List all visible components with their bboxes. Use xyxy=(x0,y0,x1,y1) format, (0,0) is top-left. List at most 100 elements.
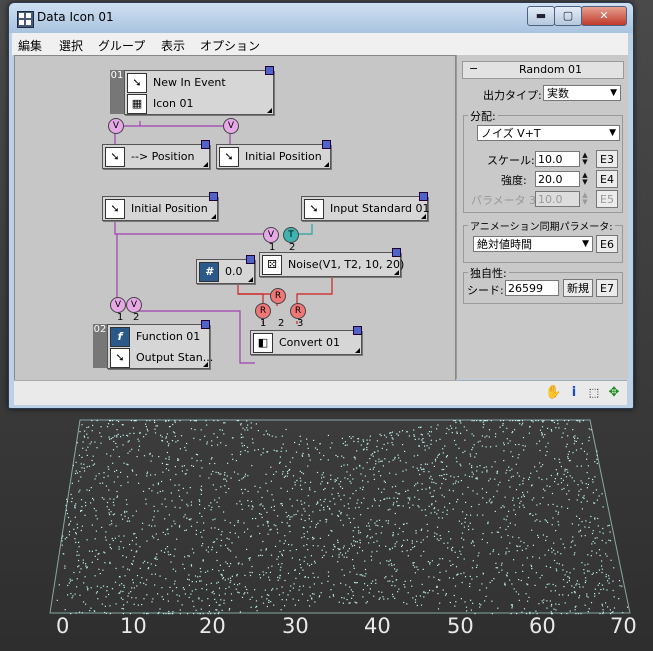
node-port[interactable] xyxy=(265,66,274,75)
hash-icon: # xyxy=(199,262,219,282)
uniqueness-label: 独自性: xyxy=(468,265,509,281)
event-arrow-icon: ➘ xyxy=(127,73,147,93)
scale-e3-button[interactable]: E3 xyxy=(596,150,618,168)
node-event-icon[interactable]: ➘ New In Event ▦ Icon 01 xyxy=(124,66,274,115)
node-graph-canvas[interactable]: 01 ➘ New In Event ▦ Icon 01 V V ➘ --> Po… xyxy=(14,55,456,381)
anim-sync-dropdown[interactable]: 絶対値時間 ▼ xyxy=(473,236,593,252)
node-port[interactable] xyxy=(201,140,210,149)
node-port[interactable] xyxy=(392,248,401,257)
arrow-icon: ➘ xyxy=(219,147,239,167)
menu-group[interactable]: グループ xyxy=(98,37,145,54)
dice-icon: ⚄ xyxy=(262,255,282,275)
param3-field: 10.0 xyxy=(535,191,580,207)
operator-v[interactable]: V xyxy=(110,297,126,313)
strength-spinner[interactable]: ▲ ▼ xyxy=(581,172,589,186)
node-label-noise: Noise(V1, T2, 10, 20) xyxy=(288,258,405,271)
port-number: 2 xyxy=(133,312,140,323)
node-initial-position[interactable]: ➘ Initial Position xyxy=(216,140,331,169)
port-number: 3 xyxy=(297,318,304,329)
group-number-01: 01 xyxy=(110,70,124,114)
node-port[interactable] xyxy=(353,326,362,335)
operator-v[interactable]: V xyxy=(108,118,124,134)
node-function[interactable]: f Function 01 ➘ Output Stan... xyxy=(107,320,214,369)
group-number-02: 02 xyxy=(93,324,107,368)
operator-r[interactable]: R xyxy=(290,303,306,319)
node-label-initial-position-2: Initial Position xyxy=(131,202,208,215)
scale-field[interactable]: 10.0 xyxy=(535,151,580,167)
app-icon xyxy=(17,11,34,28)
seed-label: シード: xyxy=(467,284,504,297)
convert-icon: ◧ xyxy=(253,333,273,353)
node-label-convert: Convert 01 xyxy=(279,336,340,349)
node-label-to-position: --> Position xyxy=(131,150,195,163)
node-port[interactable] xyxy=(209,192,218,201)
param3-spinner: ▲ ▼ xyxy=(582,191,588,206)
node-input-standard[interactable]: ➘ Input Standard 01 xyxy=(301,192,430,221)
close-button[interactable]: ✕ xyxy=(581,6,627,26)
node-label-output-standard: Output Stan... xyxy=(136,351,214,364)
operator-v[interactable]: V xyxy=(263,227,279,243)
node-initial-position-2[interactable]: ➘ Initial Position xyxy=(102,192,218,221)
node-label-input-standard: Input Standard 01 xyxy=(330,202,430,215)
menu-options[interactable]: オプション xyxy=(200,37,260,54)
new-seed-button[interactable]: 新規 xyxy=(563,279,593,297)
arrow-icon: ➘ xyxy=(304,199,324,219)
minimize-button[interactable]: ▬ xyxy=(527,6,555,26)
node-port[interactable] xyxy=(201,320,210,329)
menu-select[interactable]: 選択 xyxy=(59,37,83,54)
anim-sync-e6-button[interactable]: E6 xyxy=(596,235,618,253)
scale-spinner[interactable]: ▲ ▼ xyxy=(581,152,589,166)
data-icon-window: Data Icon 01 ▬ ▢ ✕ 編集 選択 グループ 表示 オプション 0… xyxy=(8,2,634,409)
rollout-header-random[interactable]: − Random 01 xyxy=(462,61,624,79)
operator-v[interactable]: V xyxy=(223,118,239,134)
node-label-constant: 0.0 xyxy=(225,265,243,278)
operator-r[interactable]: R xyxy=(270,288,286,304)
seed-field[interactable]: 26599 xyxy=(505,280,559,296)
output-arrow-icon: ➘ xyxy=(110,348,130,368)
node-port[interactable] xyxy=(322,140,331,149)
hand-icon[interactable]: ✋ xyxy=(545,385,561,401)
menu-view[interactable]: 表示 xyxy=(161,37,185,54)
strength-field[interactable]: 20.0 xyxy=(535,171,580,187)
distribution-dropdown[interactable]: ノイズ V+T ▼ xyxy=(477,125,620,141)
anim-sync-label: アニメーション同期パラメータ: xyxy=(468,218,615,233)
collapse-toggle[interactable]: − xyxy=(469,62,478,75)
seed-e7-button[interactable]: E7 xyxy=(596,279,618,297)
operator-t[interactable]: T xyxy=(283,227,299,243)
menu-bar: 編集 選択 グループ 表示 オプション xyxy=(12,33,628,55)
rollout-title: Random 01 xyxy=(519,63,583,76)
node-label-function: Function 01 xyxy=(136,330,201,343)
axis-label-10: 10 xyxy=(120,614,147,638)
status-bar: ✋ i ⬚ ✥ xyxy=(14,380,627,405)
node-convert[interactable]: ◧ Convert 01 xyxy=(250,326,362,355)
node-port[interactable] xyxy=(246,255,255,264)
strength-e4-button[interactable]: E4 xyxy=(596,170,618,188)
axis-label-0: 0 xyxy=(56,614,70,638)
region-select-icon[interactable]: ⬚ xyxy=(586,385,602,401)
node-port[interactable] xyxy=(419,192,428,201)
axis-label-70: 70 xyxy=(610,614,637,638)
info-icon[interactable]: i xyxy=(566,385,582,401)
window-title: Data Icon 01 xyxy=(37,10,114,24)
operator-r[interactable]: R xyxy=(255,303,271,319)
axis-label-40: 40 xyxy=(364,614,391,638)
axis-label-30: 30 xyxy=(282,614,309,638)
node-to-position[interactable]: ➘ --> Position xyxy=(102,140,210,169)
output-type-dropdown[interactable]: 実数 ▼ xyxy=(543,85,621,101)
node-label-icon01: Icon 01 xyxy=(153,97,194,110)
operator-v[interactable]: V xyxy=(126,297,142,313)
arrow-icon: ➘ xyxy=(105,147,125,167)
node-constant[interactable]: # 0.0 xyxy=(196,255,255,284)
maximize-button[interactable]: ▢ xyxy=(554,6,582,26)
param3-label: パラメータ 3: xyxy=(471,194,540,207)
node-label-initial-position: Initial Position xyxy=(245,150,322,163)
function-icon: f xyxy=(110,327,130,347)
title-bar[interactable]: Data Icon 01 ▬ ▢ ✕ xyxy=(9,3,633,33)
move-icon[interactable]: ✥ xyxy=(606,385,622,401)
axis-label-50: 50 xyxy=(447,614,474,638)
menu-edit[interactable]: 編集 xyxy=(18,37,42,54)
arrow-icon: ➘ xyxy=(105,199,125,219)
port-number: 1 xyxy=(260,318,267,329)
node-noise[interactable]: ⚄ Noise(V1, T2, 10, 20) xyxy=(259,248,405,277)
properties-panel: − Random 01 出力タイプ: 実数 ▼ 分配: ノイズ V+T ▼ スケール… xyxy=(456,55,628,379)
